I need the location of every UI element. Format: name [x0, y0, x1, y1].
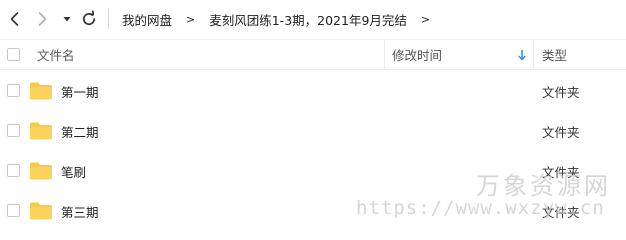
- sort-descending-icon[interactable]: [517, 48, 527, 62]
- history-dropdown-icon[interactable]: [60, 10, 74, 28]
- file-row[interactable]: 第一期 文件夹: [0, 71, 626, 111]
- folder-icon: [29, 121, 53, 141]
- refresh-icon[interactable]: [79, 9, 99, 29]
- file-type: 文件夹: [542, 124, 580, 140]
- row-checkbox[interactable]: [7, 84, 20, 97]
- column-divider[interactable]: [384, 40, 385, 69]
- file-name[interactable]: 笔刷: [61, 151, 86, 191]
- column-header-modified[interactable]: 修改时间: [392, 40, 442, 69]
- row-checkbox[interactable]: [7, 124, 20, 137]
- breadcrumb-item-root[interactable]: 我的网盘: [120, 10, 174, 29]
- column-divider[interactable]: [533, 40, 534, 69]
- back-arrow-icon[interactable]: [6, 10, 24, 28]
- folder-icon: [29, 201, 53, 221]
- file-type: 文件夹: [542, 84, 580, 100]
- watermark-title: 万象资源网: [476, 172, 611, 200]
- folder-icon: [29, 161, 53, 181]
- forward-arrow-icon[interactable]: [33, 10, 51, 28]
- breadcrumb-separator-trailing[interactable]: >: [409, 13, 442, 26]
- folder-icon: [29, 81, 53, 101]
- toolbar: 我的网盘 > 麦刻风团练1-3期，2021年9月完结 >: [0, 0, 626, 38]
- row-checkbox[interactable]: [7, 204, 20, 217]
- file-list-header: 文件名 修改时间 类型: [0, 39, 626, 70]
- watermark-url: https://www.wxzyw.cn: [356, 197, 605, 219]
- row-checkbox[interactable]: [7, 164, 20, 177]
- file-name[interactable]: 第二期: [61, 111, 99, 151]
- file-name[interactable]: 第三期: [61, 191, 99, 231]
- file-name[interactable]: 第一期: [61, 71, 99, 111]
- column-header-type[interactable]: 类型: [542, 40, 567, 69]
- breadcrumb-separator: >: [186, 12, 196, 26]
- column-header-name[interactable]: 文件名: [37, 40, 75, 69]
- breadcrumb-item-current[interactable]: 麦刻风团练1-3期，2021年9月完结: [207, 10, 409, 29]
- select-all-checkbox[interactable]: [7, 48, 20, 61]
- toolbar-divider: [108, 9, 109, 29]
- file-row[interactable]: 第二期 文件夹: [0, 111, 626, 151]
- breadcrumb: 我的网盘 > 麦刻风团练1-3期，2021年9月完结 >: [120, 10, 442, 28]
